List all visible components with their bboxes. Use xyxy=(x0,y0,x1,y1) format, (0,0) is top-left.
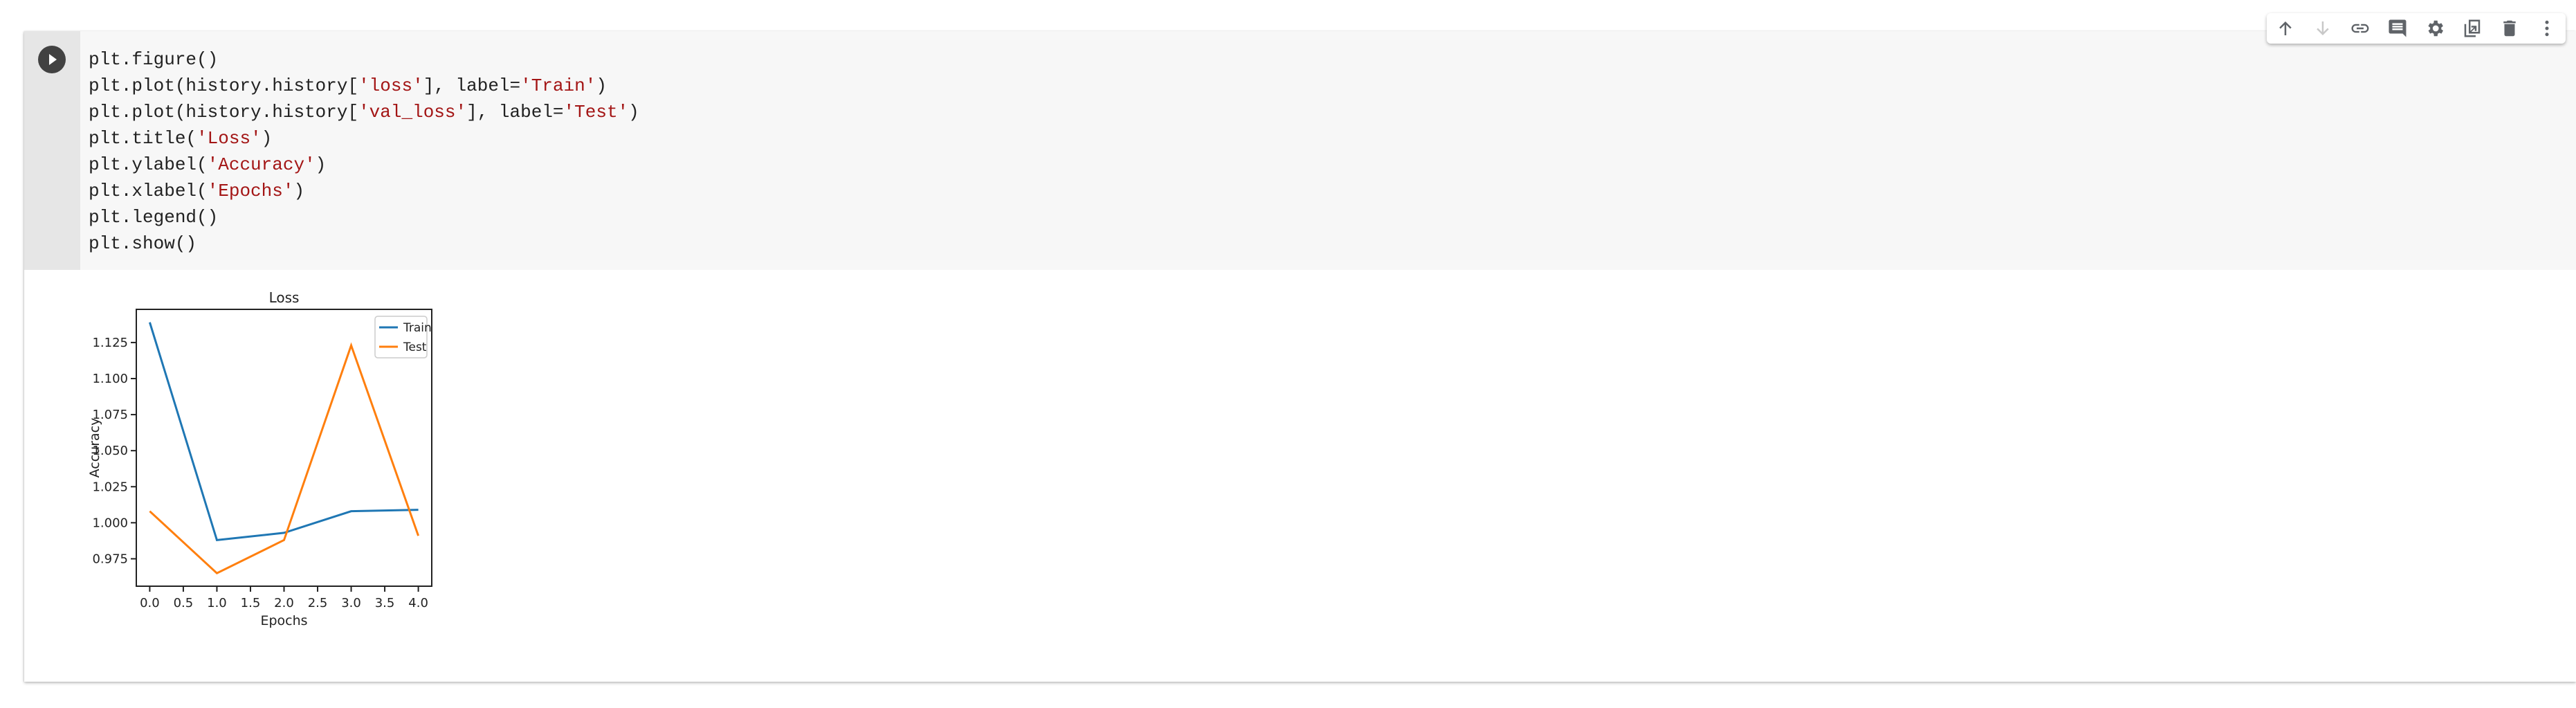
y-axis-label: Accuracy xyxy=(87,418,102,478)
code-token: plt.legend() xyxy=(89,207,219,228)
run-cell-button[interactable] xyxy=(38,46,66,73)
mirror-cell-icon[interactable] xyxy=(2462,18,2483,39)
x-tick-label: 4.0 xyxy=(408,596,428,610)
legend-label: Test xyxy=(403,341,427,354)
code-string: 'Test' xyxy=(563,102,629,122)
code-token: plt.plot(history.history[ xyxy=(89,102,359,122)
code-cell: plt.figure() plt.plot(history.history['lo… xyxy=(24,31,2576,682)
code-token: ) xyxy=(596,75,607,96)
code-string: 'Train' xyxy=(520,75,596,96)
more-vert-icon[interactable] xyxy=(2537,18,2557,39)
code-line: plt.show() xyxy=(89,230,639,257)
arrow-down-icon[interactable] xyxy=(2312,18,2333,39)
x-tick-label: 3.5 xyxy=(375,596,395,610)
code-token: plt.show() xyxy=(89,233,197,254)
trash-icon[interactable] xyxy=(2499,18,2520,39)
code-lines: plt.figure() plt.plot(history.history['lo… xyxy=(89,46,639,257)
code-string: 'Loss' xyxy=(197,128,262,149)
code-token: ], label= xyxy=(423,75,521,96)
code-token: plt.figure() xyxy=(89,49,219,70)
code-line: plt.plot(history.history['loss'], label=… xyxy=(89,73,639,99)
code-token: plt.xlabel( xyxy=(89,181,208,201)
code-line: plt.legend() xyxy=(89,204,639,230)
cell-gutter xyxy=(24,31,80,270)
y-tick-label: 1.025 xyxy=(92,480,128,494)
code-token: plt.title( xyxy=(89,128,197,149)
x-tick-label: 2.5 xyxy=(308,596,328,610)
code-token: ) xyxy=(315,154,327,175)
legend-label: Train xyxy=(403,321,432,335)
code-token: plt.ylabel( xyxy=(89,154,208,175)
code-token: ) xyxy=(628,102,639,122)
code-line: plt.figure() xyxy=(89,46,639,73)
cell-toolbar xyxy=(2267,13,2566,44)
x-tick-label: 3.0 xyxy=(341,596,361,610)
y-tick-label: 0.975 xyxy=(92,552,128,566)
code-token: ) xyxy=(261,128,273,149)
code-string: 'Epochs' xyxy=(207,181,294,201)
x-tick-label: 2.0 xyxy=(274,596,294,610)
x-axis-label: Epochs xyxy=(260,613,307,628)
code-string: 'Accuracy' xyxy=(207,154,316,175)
y-tick-label: 1.100 xyxy=(92,372,128,386)
code-line: plt.title('Loss') xyxy=(89,125,639,152)
code-token: plt.plot(history.history[ xyxy=(89,75,359,96)
code-token: ) xyxy=(293,181,305,201)
x-tick-label: 1.0 xyxy=(207,596,227,610)
code-line: plt.xlabel('Epochs') xyxy=(89,178,639,204)
link-icon[interactable] xyxy=(2350,18,2371,39)
cell-output: Loss 0.0 0.5 1.0 1.5 2.0 2.5 3.0 3.5 4.0 0.975 1.00… xyxy=(24,270,2576,682)
code-editor[interactable]: plt.figure() plt.plot(history.history['lo… xyxy=(80,31,2576,270)
code-line: plt.plot(history.history['val_loss'], la… xyxy=(89,99,639,125)
arrow-up-icon[interactable] xyxy=(2275,18,2296,39)
code-string: 'loss' xyxy=(358,75,423,96)
gear-icon[interactable] xyxy=(2424,18,2445,39)
loss-chart: Loss 0.0 0.5 1.0 1.5 2.0 2.5 3.0 3.5 4.0 0.975 1.00… xyxy=(87,289,432,628)
x-tick-label: 1.5 xyxy=(241,596,261,610)
x-tick-label: 0.5 xyxy=(174,596,194,610)
code-string: 'val_loss' xyxy=(358,102,467,122)
code-line: plt.ylabel('Accuracy') xyxy=(89,152,639,178)
y-tick-label: 1.125 xyxy=(92,336,128,350)
chart-title: Loss xyxy=(269,289,300,306)
comment-icon[interactable] xyxy=(2387,18,2408,39)
x-tick-label: 0.0 xyxy=(140,596,160,610)
code-token: ], label= xyxy=(466,102,564,122)
y-tick-label: 1.000 xyxy=(92,516,128,530)
